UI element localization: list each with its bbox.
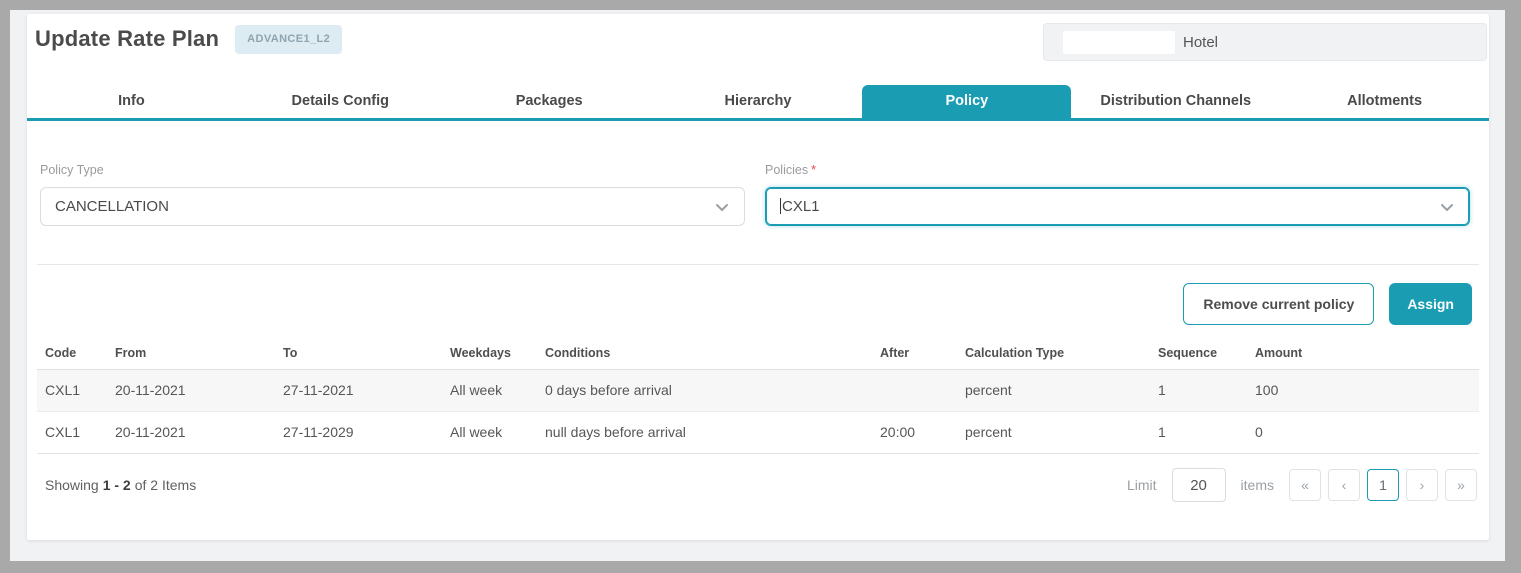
cell-conditions: null days before arrival: [537, 411, 872, 453]
required-asterisk: *: [811, 163, 816, 177]
cell-code: CXL1: [37, 369, 107, 411]
cell-amount: 0: [1247, 411, 1479, 453]
column-header-after: After: [872, 337, 957, 369]
tab-label: Info: [118, 93, 145, 109]
column-header-code: Code: [37, 337, 107, 369]
policies-label-text: Policies: [765, 163, 808, 177]
chevron-down-icon: [1439, 199, 1455, 215]
cell-after: [872, 369, 957, 411]
showing-prefix: Showing: [45, 477, 99, 493]
table-header-row: CodeFromToWeekdaysConditionsAfterCalcula…: [37, 337, 1479, 369]
policy-type-value: CANCELLATION: [55, 198, 714, 215]
policy-table-wrap: CodeFromToWeekdaysConditionsAfterCalcula…: [37, 337, 1479, 453]
column-header-from: From: [107, 337, 275, 369]
rate-plan-code-badge: ADVANCE1_L2: [235, 25, 342, 54]
policy-table: CodeFromToWeekdaysConditionsAfterCalcula…: [37, 337, 1479, 453]
cell-calc: percent: [957, 411, 1150, 453]
page-number-button[interactable]: 1: [1367, 469, 1399, 501]
tab-label: Details Config: [292, 93, 389, 109]
cell-from: 20-11-2021: [107, 369, 275, 411]
chevron-down-icon: [714, 199, 730, 215]
text-cursor: [780, 198, 781, 214]
policies-label: Policies*: [765, 163, 1470, 177]
cell-seq: 1: [1150, 411, 1247, 453]
remove-current-policy-button[interactable]: Remove current policy: [1183, 283, 1374, 325]
last-page-button[interactable]: »: [1445, 469, 1477, 501]
redacted-hotel-name: [1063, 31, 1175, 54]
hotel-selector[interactable]: Hotel: [1043, 23, 1487, 61]
cell-weekdays: All week: [442, 411, 537, 453]
cell-conditions: 0 days before arrival: [537, 369, 872, 411]
page-background: Update Rate Plan ADVANCE1_L2 Hotel Info D…: [10, 10, 1505, 561]
cell-calc: percent: [957, 369, 1150, 411]
showing-summary: Showing 1 - 2 of 2 Items: [37, 477, 196, 493]
policy-type-select[interactable]: CANCELLATION: [40, 187, 745, 226]
assign-button[interactable]: Assign: [1389, 283, 1472, 325]
column-header-conditions: Conditions: [537, 337, 872, 369]
cell-from: 20-11-2021: [107, 411, 275, 453]
pagination: Limit items « ‹ 1 › »: [1119, 468, 1479, 502]
policies-select[interactable]: CXL1: [765, 187, 1470, 226]
showing-range: 1 - 2: [103, 477, 131, 493]
tab-distribution-channels[interactable]: Distribution Channels: [1071, 85, 1280, 118]
items-label: items: [1241, 477, 1274, 493]
hotel-label: Hotel: [1183, 34, 1218, 51]
policies-value: CXL1: [780, 198, 1439, 215]
column-header-calc: Calculation Type: [957, 337, 1150, 369]
first-page-button[interactable]: «: [1289, 469, 1321, 501]
title-wrap: Update Rate Plan ADVANCE1_L2: [35, 22, 342, 56]
cell-to: 27-11-2021: [275, 369, 442, 411]
showing-suffix: of 2 Items: [135, 477, 196, 493]
limit-label: Limit: [1127, 477, 1157, 493]
tab-bar: Info Details Config Packages Hierarchy Polic…: [27, 85, 1489, 121]
tab-allotments[interactable]: Allotments: [1280, 85, 1489, 118]
prev-page-button[interactable]: ‹: [1328, 469, 1360, 501]
column-header-amount: Amount: [1247, 337, 1479, 369]
column-header-to: To: [275, 337, 442, 369]
table-footer: Showing 1 - 2 of 2 Items Limit items « ‹…: [37, 453, 1479, 502]
update-rate-plan-card: Update Rate Plan ADVANCE1_L2 Hotel Info D…: [27, 14, 1489, 540]
tab-label: Distribution Channels: [1100, 93, 1251, 109]
cell-code: CXL1: [37, 411, 107, 453]
cell-weekdays: All week: [442, 369, 537, 411]
tab-label: Packages: [516, 93, 583, 109]
policies-field: Policies* CXL1: [765, 163, 1470, 226]
policy-type-field: Policy Type CANCELLATION: [40, 163, 745, 226]
cell-seq: 1: [1150, 369, 1247, 411]
tab-info[interactable]: Info: [27, 85, 236, 118]
tab-details-config[interactable]: Details Config: [236, 85, 445, 118]
table-row: CXL120-11-202127-11-2021All week0 days b…: [37, 369, 1479, 411]
policies-value-text: CXL1: [782, 198, 820, 215]
tab-packages[interactable]: Packages: [445, 85, 654, 118]
tab-policy[interactable]: Policy: [862, 85, 1071, 118]
policy-actions: Remove current policy Assign: [27, 265, 1489, 325]
column-header-weekdays: Weekdays: [442, 337, 537, 369]
next-page-button[interactable]: ›: [1406, 469, 1438, 501]
card-header: Update Rate Plan ADVANCE1_L2 Hotel: [27, 14, 1489, 61]
table-row: CXL120-11-202127-11-2029All weeknull day…: [37, 411, 1479, 453]
cell-after: 20:00: [872, 411, 957, 453]
tab-hierarchy[interactable]: Hierarchy: [654, 85, 863, 118]
table-body: CXL120-11-202127-11-2021All week0 days b…: [37, 369, 1479, 453]
tab-label: Policy: [946, 93, 989, 109]
cell-to: 27-11-2029: [275, 411, 442, 453]
column-header-seq: Sequence: [1150, 337, 1247, 369]
policy-type-label: Policy Type: [40, 163, 745, 177]
page-title: Update Rate Plan: [35, 22, 219, 56]
tab-label: Allotments: [1347, 93, 1422, 109]
limit-input[interactable]: [1172, 468, 1226, 502]
tab-label: Hierarchy: [725, 93, 792, 109]
policy-form: Policy Type CANCELLATION Policies* CXL1: [27, 121, 1489, 226]
cell-amount: 100: [1247, 369, 1479, 411]
